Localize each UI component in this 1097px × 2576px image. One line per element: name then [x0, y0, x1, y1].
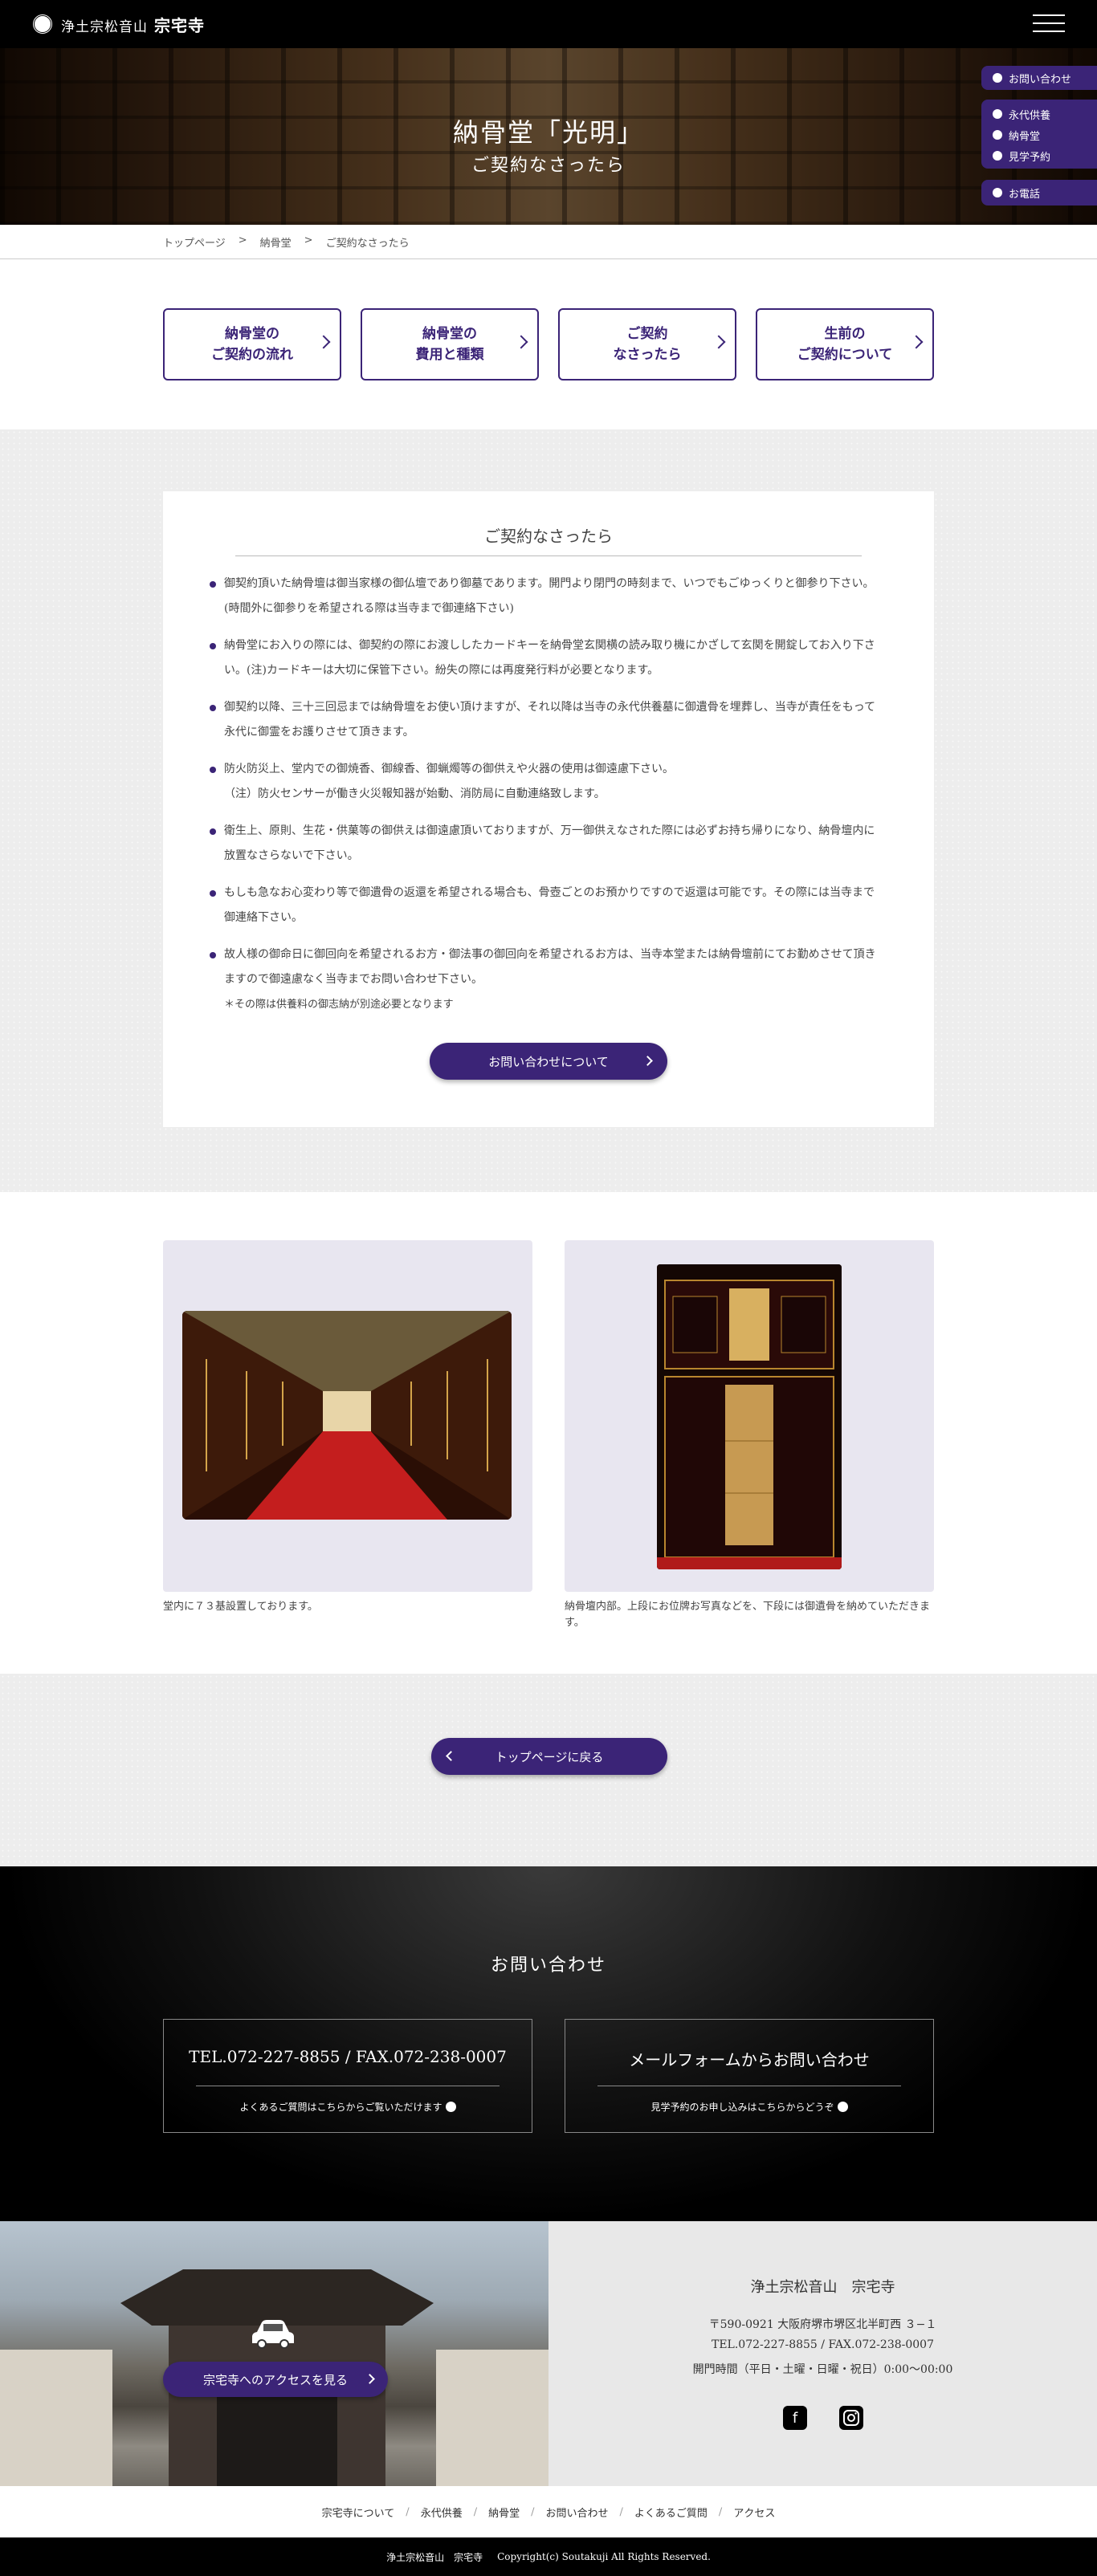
access-info: 浄土宗松音山 宗宅寺 〒590-0921 大阪府堺市堺区北半町西 ３−１ TEL…	[548, 2221, 1097, 2486]
side-inquiry-button[interactable]: お問い合わせ	[981, 66, 1097, 90]
arrow-circle-icon	[837, 2102, 848, 2112]
photo-caption: 納骨壇内部。上段にお位牌お写真などを、下段には御遺骨を納めていただきます。	[565, 1601, 931, 1629]
side-menu-group: 永代供養 納骨堂 見学予約	[981, 100, 1097, 169]
info-card: ご契約なさったら 御契約頂いた納骨壇は御当家様の御仏壇であり御墓であります。開門…	[163, 491, 934, 1127]
flower-icon	[993, 73, 1002, 83]
list-item: 防火防災上、堂内での御焼香、御線香、御蝋燭等の御供えや火器の使用は御遠慮下さい。…	[210, 757, 886, 807]
copyright-org: 浄土宗松音山 宗宅寺	[386, 2551, 483, 2563]
chevron-right-icon	[514, 335, 528, 349]
instagram-icon[interactable]	[839, 2406, 863, 2430]
footer-link-access[interactable]: アクセス	[733, 2505, 775, 2520]
info-list: 御契約頂いた納骨壇は御当家様の御仏壇であり御墓であります。開門より閉門の時刻まで…	[210, 572, 886, 1029]
breadcrumb-current: ご契約なさったら	[325, 238, 410, 250]
breadcrumb-nokotsudo[interactable]: 納骨堂	[260, 234, 292, 250]
chevron-left-icon	[446, 1751, 456, 1761]
facebook-icon[interactable]: f	[783, 2406, 807, 2430]
footer-nav: 宗宅寺について / 永代供養 / 納骨堂 / お問い合わせ / よくあるご質問 / アクセ…	[0, 2486, 1097, 2537]
page-subtitle: ご契約なさったら	[471, 156, 626, 176]
card-title: ご契約なさったら	[484, 527, 613, 546]
list-item: もしも急なお心変わり等で御遺骨の返還を希望される場合も、骨壺ごとのお預かりですの…	[210, 881, 886, 930]
side-item-eitai[interactable]: 永代供養	[981, 104, 1097, 124]
photo-frame-corridor	[163, 1240, 532, 1592]
footer-link-contact[interactable]: お問い合わせ	[546, 2505, 609, 2520]
chevron-right-icon	[909, 335, 924, 349]
chevron-right-icon	[642, 1056, 653, 1066]
arrow-circle-icon	[445, 2102, 456, 2112]
copyright-bar: 浄土宗松音山 宗宅寺 Copyright(c) Soutakuji All Ri…	[0, 2537, 1097, 2576]
temple-name: 浄土宗松音山 宗宅寺	[750, 2279, 895, 2296]
temple-gate-photo: 宗宅寺へのアクセスを見る	[0, 2221, 548, 2486]
cabinet-photo	[657, 1264, 842, 1569]
calendar-icon	[993, 151, 1002, 161]
side-phone-button[interactable]: お電話	[981, 180, 1097, 206]
lotus-icon	[993, 109, 1002, 119]
phone-icon	[993, 188, 1002, 197]
site-logo-text[interactable]: 浄土宗松音山 宗宅寺	[61, 13, 205, 36]
side-inquiry-label: お問い合わせ	[1009, 73, 1072, 86]
access-button[interactable]: 宗宅寺へのアクセスを見る	[163, 2362, 388, 2397]
tel-contact-box[interactable]: TEL.072-227-8855 / FAX.072-238-0007 よくある…	[163, 2019, 532, 2133]
nav-cost-types-button[interactable]: 納骨堂の 費用と種類	[361, 308, 539, 380]
breadcrumb: トップページ > 納骨堂 > ご契約なさったら	[163, 234, 410, 250]
page-title: 納骨堂「光明」	[452, 117, 644, 148]
site-header: 浄土宗松音山 宗宅寺	[0, 0, 1097, 48]
contact-title: お問い合わせ	[490, 1955, 606, 1976]
chevron-right-icon	[365, 2374, 375, 2384]
list-item: 衛生上、原則、生花・供菓等の御供えは御遠慮頂いておりますが、万一御供えなされた際…	[210, 819, 886, 869]
copyright-text: Copyright(c) Soutakuji All Rights Reserv…	[497, 2551, 711, 2562]
chevron-right-icon	[316, 335, 331, 349]
temple-logo-icon[interactable]	[32, 14, 53, 35]
car-icon	[252, 2320, 294, 2349]
list-item: 納骨堂にお入りの際には、御契約の際にお渡ししたカードキーを納骨堂玄関横の読み取り…	[210, 633, 886, 683]
hero-banner: 納骨堂「光明」 ご契約なさったら	[0, 48, 1097, 225]
nav-after-contract-button[interactable]: ご契約 なさったら	[558, 308, 736, 380]
tel-fax: TEL.072-227-8855 / FAX.072-238-0007	[711, 2338, 934, 2351]
corridor-photo	[182, 1311, 512, 1520]
back-to-top-button[interactable]: トップページに戻る	[431, 1738, 667, 1775]
footer-link-nokotsudo[interactable]: 納骨堂	[488, 2505, 520, 2520]
footer-link-about[interactable]: 宗宅寺について	[322, 2505, 395, 2520]
list-item: 御契約以降、三十三回忌までは納骨壇をお使い頂けますが、それ以降は当寺の永代供養墓…	[210, 695, 886, 745]
chevron-right-icon	[712, 335, 726, 349]
breadcrumb-separator: >	[238, 234, 247, 246]
nav-pre-contract-button[interactable]: 生前の ご契約について	[756, 308, 934, 380]
side-item-kengaku[interactable]: 見学予約	[981, 145, 1097, 166]
site-sub: 浄土宗松音山	[61, 18, 148, 35]
contact-section: お問い合わせ TEL.072-227-8855 / FAX.072-238-00…	[0, 1866, 1097, 2221]
photo-frame-cabinet	[565, 1240, 934, 1592]
inquiry-about-button[interactable]: お問い合わせについて	[430, 1043, 667, 1080]
footer-link-eitai[interactable]: 永代供養	[421, 2505, 463, 2520]
photo-caption: 堂内に７３基設置しております。	[163, 1601, 318, 1613]
address: 〒590-0921 大阪府堺市堺区北半町西 ３−１	[708, 2318, 937, 2331]
breadcrumb-home[interactable]: トップページ	[163, 234, 226, 250]
side-item-nokotsudo[interactable]: 納骨堂	[981, 124, 1097, 145]
mail-contact-box[interactable]: メールフォームからお問い合わせ 見学予約のお申し込みはこちらからどうぞ	[565, 2019, 934, 2133]
site-name: 宗宅寺	[154, 15, 205, 35]
hamburger-menu-icon[interactable]	[1033, 14, 1065, 34]
nav-contract-flow-button[interactable]: 納骨堂の ご契約の流れ	[163, 308, 341, 380]
opening-hours: 開門時間（平日・土曜・日曜・祝日）0:00〜00:00	[692, 2363, 953, 2376]
list-item: 故人様の御命日に御回向を希望されるお方・御法事の御回向を希望されるお方は、当寺本…	[210, 942, 886, 1017]
lotus-icon	[993, 130, 1002, 140]
breadcrumb-separator: >	[304, 234, 313, 246]
footer-link-faq[interactable]: よくあるご質問	[634, 2505, 708, 2520]
list-item: 御契約頂いた納骨壇は御当家様の御仏壇であり御墓であります。開門より閉門の時刻まで…	[210, 572, 886, 621]
